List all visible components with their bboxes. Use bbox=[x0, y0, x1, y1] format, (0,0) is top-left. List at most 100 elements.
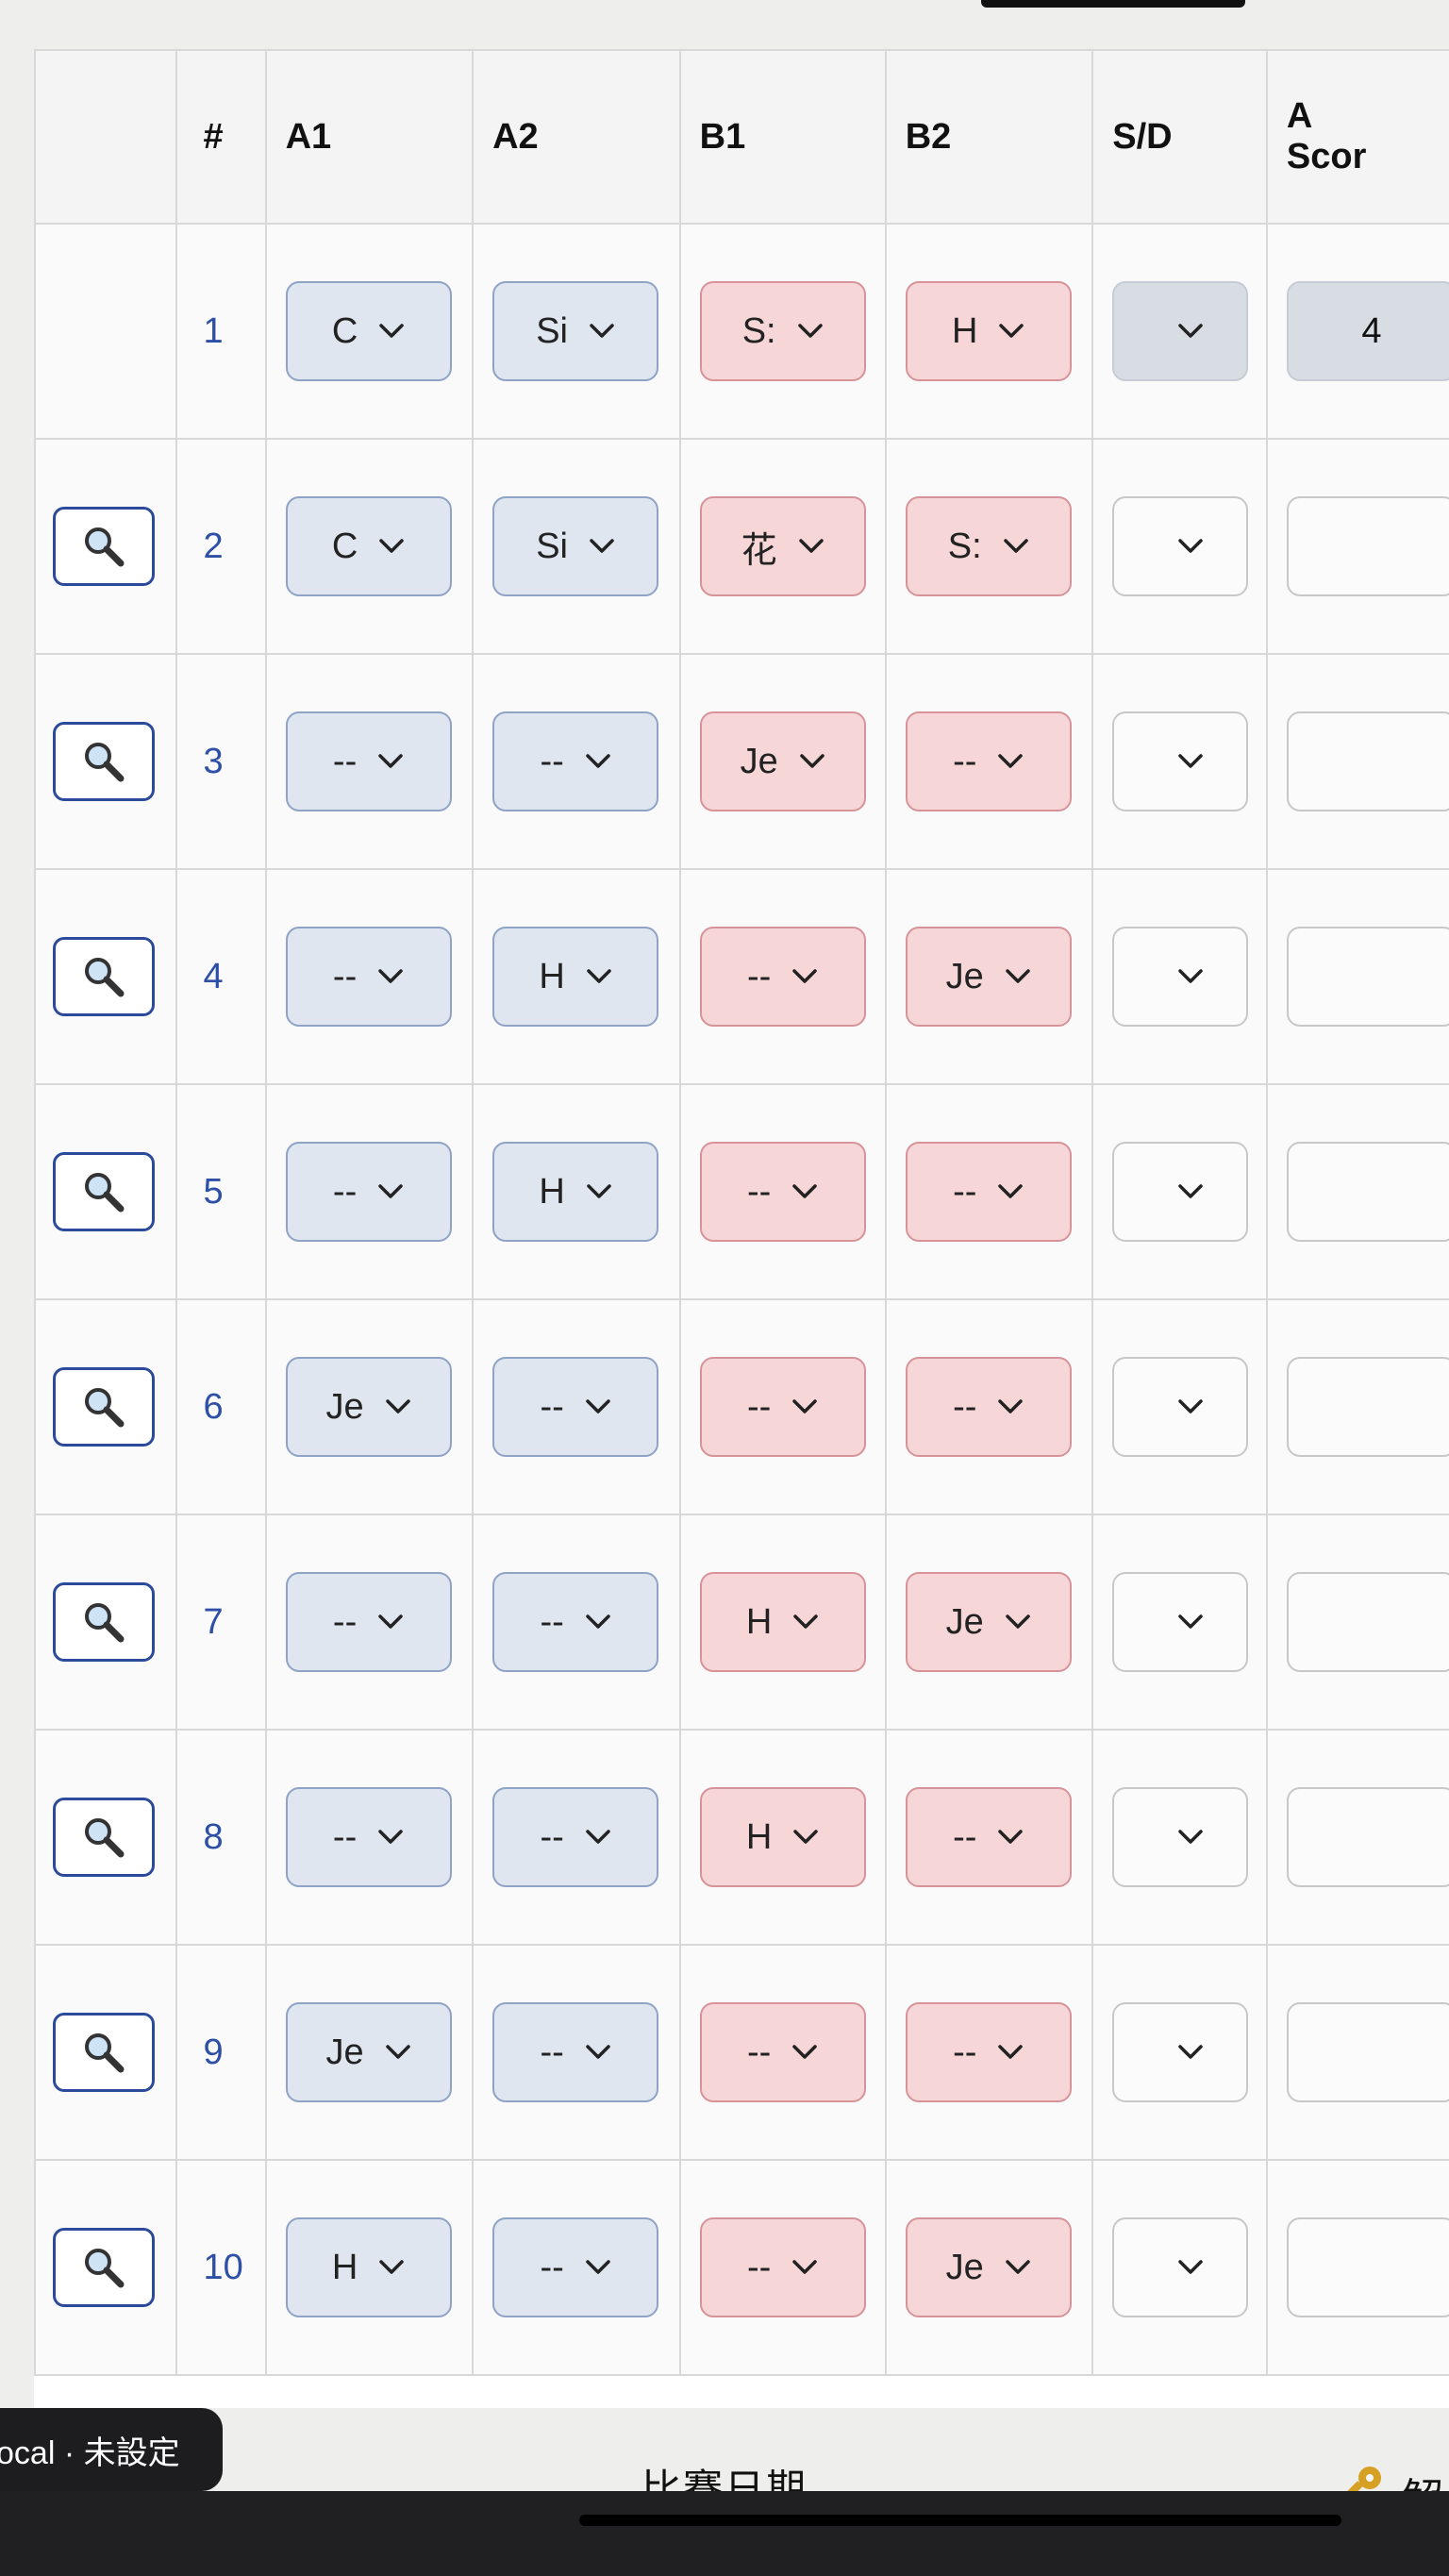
table-row: 3 -- -- Je -- bbox=[34, 653, 1449, 870]
a-score-input[interactable] bbox=[1286, 2217, 1449, 2317]
b1-select[interactable]: -- bbox=[699, 927, 866, 1027]
a2-select[interactable]: H bbox=[492, 927, 659, 1027]
b1-select[interactable]: -- bbox=[699, 1357, 866, 1457]
chevron-down-icon bbox=[1178, 969, 1204, 983]
a2-select[interactable]: -- bbox=[492, 2002, 659, 2102]
a1-select[interactable]: -- bbox=[285, 711, 452, 811]
b2-select[interactable]: S: bbox=[905, 496, 1072, 596]
a2-select[interactable]: -- bbox=[492, 1572, 659, 1672]
a1-select[interactable]: C bbox=[285, 496, 452, 596]
bottom-bar bbox=[0, 2491, 1449, 2576]
row-search-button[interactable] bbox=[53, 1582, 155, 1662]
a-score-input[interactable] bbox=[1286, 1787, 1449, 1887]
a1-select[interactable]: Je bbox=[285, 1357, 452, 1457]
a2-select[interactable]: -- bbox=[492, 1787, 659, 1887]
a1-cell: -- bbox=[264, 1083, 475, 1300]
a2-select[interactable]: -- bbox=[492, 711, 659, 811]
b2-select[interactable]: -- bbox=[905, 1357, 1072, 1457]
b1-select[interactable]: Je bbox=[699, 711, 866, 811]
row-index: 4 bbox=[175, 868, 267, 1085]
row-search-button[interactable] bbox=[53, 2013, 155, 2092]
sd-select[interactable] bbox=[1112, 1572, 1249, 1672]
header-search-col bbox=[34, 49, 177, 225]
a1-select-value: -- bbox=[332, 1171, 358, 1212]
sd-select[interactable] bbox=[1112, 1142, 1249, 1242]
b2-select[interactable]: -- bbox=[905, 1142, 1072, 1242]
chevron-down-icon bbox=[1178, 539, 1204, 553]
b1-select[interactable]: -- bbox=[699, 1142, 866, 1242]
b1-select[interactable]: H bbox=[699, 1572, 866, 1672]
a1-select[interactable]: H bbox=[285, 2217, 452, 2317]
a1-select[interactable]: -- bbox=[285, 1787, 452, 1887]
a2-cell: -- bbox=[472, 2159, 681, 2376]
b1-select[interactable]: 花 bbox=[699, 496, 866, 596]
a-score-input[interactable] bbox=[1286, 1357, 1449, 1457]
b2-select[interactable]: -- bbox=[905, 711, 1072, 811]
b2-select[interactable]: Je bbox=[905, 927, 1072, 1027]
b1-select[interactable]: H bbox=[699, 1787, 866, 1887]
row-search-button[interactable] bbox=[53, 507, 155, 586]
sd-cell bbox=[1091, 1083, 1268, 1300]
a-score-input[interactable] bbox=[1286, 927, 1449, 1027]
b2-select[interactable]: Je bbox=[905, 2217, 1072, 2317]
chevron-down-icon bbox=[379, 2260, 405, 2274]
a-score-input[interactable]: 4 bbox=[1286, 281, 1449, 381]
row-search-button[interactable] bbox=[53, 1798, 155, 1877]
b2-select[interactable]: Je bbox=[905, 1572, 1072, 1672]
sd-select[interactable] bbox=[1112, 1787, 1249, 1887]
b2-cell: -- bbox=[884, 1944, 1094, 2161]
row-search-button[interactable] bbox=[53, 937, 155, 1016]
a1-select[interactable]: -- bbox=[285, 927, 452, 1027]
a-score-input[interactable] bbox=[1286, 2002, 1449, 2102]
b1-select[interactable]: -- bbox=[699, 2002, 866, 2102]
row-search-cell bbox=[34, 653, 177, 870]
b1-select[interactable]: -- bbox=[699, 2217, 866, 2317]
a-score-input[interactable] bbox=[1286, 1572, 1449, 1672]
a1-select[interactable]: -- bbox=[285, 1142, 452, 1242]
a1-select[interactable]: -- bbox=[285, 1572, 452, 1672]
row-search-button[interactable] bbox=[53, 722, 155, 801]
a2-select[interactable]: -- bbox=[492, 2217, 659, 2317]
b2-select[interactable]: -- bbox=[905, 1787, 1072, 1887]
row-index: 9 bbox=[175, 1944, 267, 2161]
a-score-input[interactable] bbox=[1286, 711, 1449, 811]
sd-cell bbox=[1091, 1514, 1268, 1731]
b1-select[interactable]: S: bbox=[699, 281, 866, 381]
a-score-cell bbox=[1265, 653, 1449, 870]
chevron-down-icon bbox=[998, 1399, 1024, 1413]
sd-select[interactable] bbox=[1112, 927, 1249, 1027]
match-table: # A1 A2 B1 B2 S/D A Scor 1 C Si S: H 4 2 C Si 花 S:… bbox=[34, 49, 1449, 2376]
b1-cell: H bbox=[678, 1729, 887, 1946]
a1-select-value: -- bbox=[332, 1816, 358, 1857]
a-score-input[interactable] bbox=[1286, 496, 1449, 596]
chevron-down-icon bbox=[798, 539, 824, 553]
sd-select[interactable] bbox=[1112, 2002, 1249, 2102]
b2-select-value: -- bbox=[953, 741, 977, 781]
chevron-down-icon bbox=[1178, 1184, 1204, 1198]
b2-select[interactable]: -- bbox=[905, 2002, 1072, 2102]
sd-select[interactable] bbox=[1112, 496, 1249, 596]
row-index: 10 bbox=[175, 2159, 267, 2376]
sd-select[interactable] bbox=[1112, 2217, 1249, 2317]
row-search-button[interactable] bbox=[53, 1367, 155, 1447]
a1-select[interactable]: C bbox=[285, 281, 452, 381]
sd-cell bbox=[1091, 1298, 1268, 1515]
b2-cell: Je bbox=[884, 1514, 1094, 1731]
a-score-input[interactable] bbox=[1286, 1142, 1449, 1242]
a2-select[interactable]: H bbox=[492, 1142, 659, 1242]
a2-select-value: -- bbox=[540, 1386, 564, 1427]
sd-cell bbox=[1091, 1944, 1268, 2161]
a2-select[interactable]: -- bbox=[492, 1357, 659, 1457]
a1-select[interactable]: Je bbox=[285, 2002, 452, 2102]
chevron-down-icon bbox=[1003, 539, 1028, 553]
a2-select[interactable]: Si bbox=[492, 281, 659, 381]
sd-select[interactable] bbox=[1112, 1357, 1249, 1457]
sd-select[interactable] bbox=[1112, 711, 1249, 811]
sd-select[interactable] bbox=[1112, 281, 1249, 381]
row-search-button[interactable] bbox=[53, 1152, 155, 1231]
a2-select[interactable]: Si bbox=[492, 496, 659, 596]
a1-cell: -- bbox=[264, 868, 475, 1085]
b2-select[interactable]: H bbox=[905, 281, 1072, 381]
a2-select-value: Si bbox=[536, 526, 568, 566]
row-search-button[interactable] bbox=[53, 2228, 155, 2307]
